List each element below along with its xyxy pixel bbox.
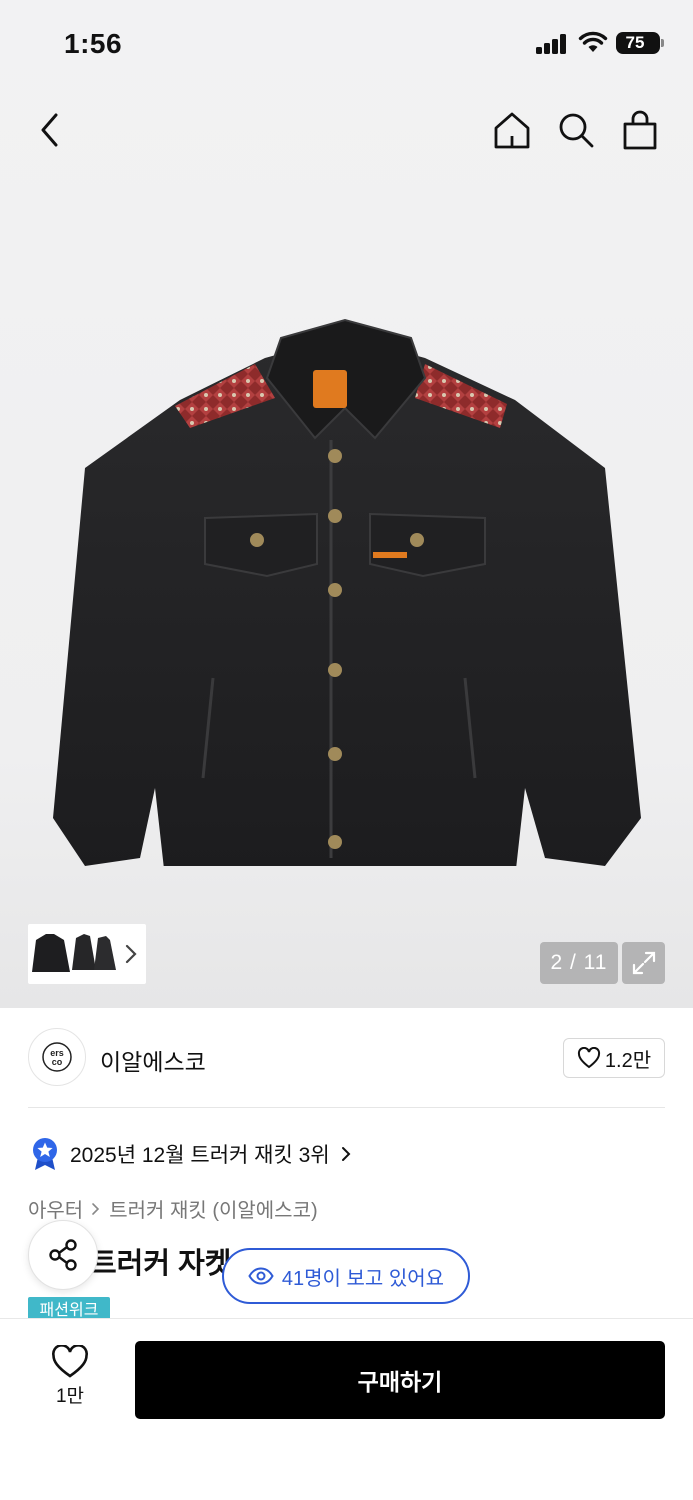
top-navigation xyxy=(0,100,693,160)
status-time: 1:56 xyxy=(64,28,123,59)
chevron-right-icon xyxy=(341,1147,351,1161)
share-button[interactable] xyxy=(28,1220,98,1290)
svg-text:co: co xyxy=(52,1057,63,1067)
brand-logo-mark: ers co xyxy=(42,1042,72,1072)
viewers-text: 41명이 보고 있어요 xyxy=(281,1267,445,1290)
battery-icon: 75 xyxy=(616,32,664,54)
buy-button[interactable]: 구매하기 xyxy=(135,1341,665,1419)
status-bar: 1:56 75 xyxy=(0,0,693,88)
product-like-button[interactable]: 1만 xyxy=(40,1345,100,1415)
brand-logo[interactable]: ers co xyxy=(28,1028,86,1086)
event-tag: 패션위크 xyxy=(28,1297,110,1319)
breadcrumb-category[interactable]: 아우터 xyxy=(28,1194,83,1223)
viewers-indicator: 41명이 보고 있어요 xyxy=(222,1248,470,1304)
bottom-purchase-bar: 1만 구매하기 xyxy=(0,1318,693,1500)
search-button[interactable] xyxy=(552,106,600,154)
eye-icon xyxy=(248,1267,274,1285)
chevron-right-icon xyxy=(92,1202,100,1215)
cart-button[interactable] xyxy=(616,106,664,154)
thumbnail-images xyxy=(32,934,116,972)
product-title: 트러커 자켓 xyxy=(90,1248,232,1280)
cellular-signal-icon xyxy=(536,34,568,54)
share-icon xyxy=(49,1239,77,1271)
breadcrumb-subcategory[interactable]: 트러커 재킷 (이알에스코) xyxy=(109,1194,317,1223)
ranking-text: 2025년 12월 트러커 재킷 3위 xyxy=(70,1144,330,1167)
heart-icon xyxy=(52,1345,88,1378)
brand-name[interactable]: 이알에스코 xyxy=(100,1043,206,1077)
heart-icon xyxy=(577,1047,600,1069)
shopping-bag-icon xyxy=(623,110,657,150)
brand-row[interactable]: ers co 이알에스코 1.2만 xyxy=(28,1028,665,1088)
product-image-jacket[interactable] xyxy=(45,318,648,866)
back-button[interactable] xyxy=(26,106,74,154)
expand-icon xyxy=(632,951,655,975)
breadcrumb: 아우터 트러커 재킷 (이알에스코) xyxy=(28,1194,318,1223)
battery-level: 75 xyxy=(625,33,645,52)
search-icon xyxy=(559,113,594,148)
home-button[interactable] xyxy=(488,106,536,154)
product-like-count: 1만 xyxy=(55,1386,85,1407)
chevron-right-icon xyxy=(125,944,137,964)
product-gallery[interactable]: 1:56 75 2 / 11 xyxy=(0,0,693,1008)
home-icon xyxy=(494,112,530,149)
divider xyxy=(28,1107,665,1108)
image-page-counter: 2 / 11 xyxy=(540,942,618,984)
brand-like-count: 1.2만 xyxy=(604,1049,652,1072)
wifi-icon xyxy=(578,31,608,52)
brand-like-button[interactable]: 1.2만 xyxy=(563,1038,665,1078)
thumbnail-strip[interactable] xyxy=(28,924,146,984)
expand-image-button[interactable] xyxy=(622,942,665,984)
ranking-link[interactable]: 2025년 12월 트러커 재킷 3위 xyxy=(30,1136,352,1172)
ranking-badge-icon xyxy=(33,1138,57,1170)
chevron-left-icon xyxy=(41,113,58,147)
